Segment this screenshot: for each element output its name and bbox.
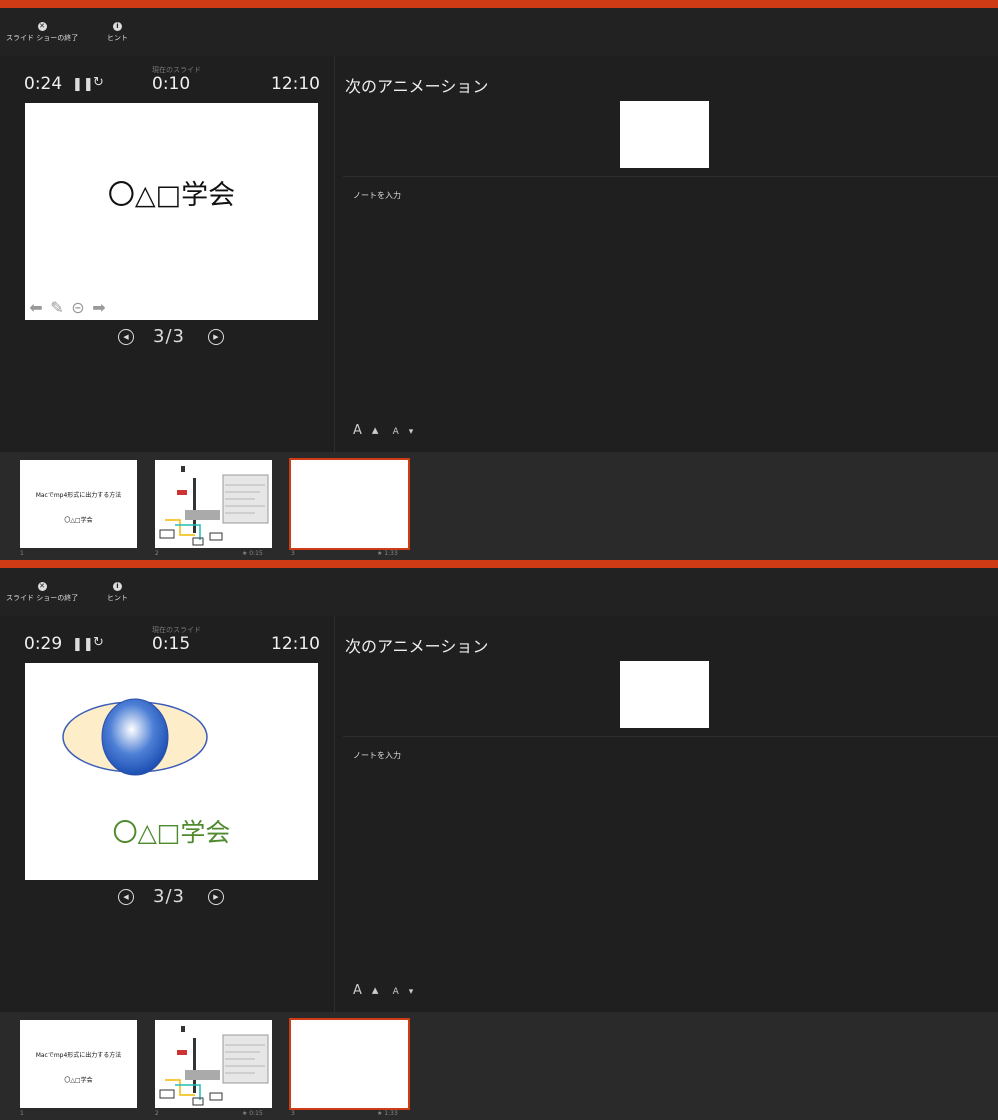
end-show-button[interactable]: ✕ スライド ショーの終了 [6, 22, 78, 43]
slide-time: 0:15 [152, 634, 191, 654]
info-icon: i [113, 22, 122, 31]
slide-title: 〇△□学会 [107, 180, 236, 211]
hint-button[interactable]: i ヒント [107, 22, 128, 43]
thumbnail-number: 3 [291, 550, 295, 557]
current-slide-pane: 0:24 ❚❚ ↻ 現在のスライド 0:10 12:10 〇△□学会 ⬅ ✎ ⊝ ➡ … [0, 56, 334, 452]
diagram-thumbnail [159, 1026, 269, 1106]
thumbnail-number: 1 [20, 550, 24, 557]
thumbnail-timing: ★ 0:15 [242, 1110, 263, 1117]
notes-input[interactable]: ノートを入力 [353, 750, 401, 761]
arrow-left-icon[interactable]: ⬅ [27, 299, 45, 317]
pause-button[interactable]: ❚❚ [72, 77, 94, 92]
pause-button[interactable]: ❚❚ [72, 637, 94, 652]
slide-counter: 3/3 [153, 326, 185, 347]
current-slide-pane: 0:29 ❚❚ ↻ 現在のスライド 0:15 12:10 〇△□学会 ◀ 3/3… [0, 616, 334, 1012]
slide-overlay-tools: ⬅ ✎ ⊝ ➡ [27, 298, 111, 318]
presenter-view-2: ✕ スライド ショーの終了 i ヒント 0:29 ❚❚ ↻ 現在のスライド 0:… [0, 560, 998, 1120]
divider [343, 176, 998, 177]
next-animation-preview [620, 661, 709, 728]
slide-thumbnails: Macでmp4形式に出力する方法 〇△□学会 1 2 ★ 0:15 3 ★ 1:… [0, 452, 998, 560]
thumbnail-slide-2[interactable] [155, 460, 272, 548]
font-size-controls: A ▴ A ▾ [353, 983, 423, 998]
thumbnail-timing: ★ 0:15 [242, 550, 263, 557]
reset-button[interactable]: ↻ [93, 635, 104, 650]
clock: 12:10 [271, 74, 320, 94]
more-icon[interactable]: ⊝ [69, 299, 87, 317]
title-bar [0, 0, 998, 8]
slide-navigation: ◀ 3/3 ▶ [118, 886, 228, 908]
slide-navigation: ◀ 3/3 ▶ [118, 326, 228, 348]
next-animation-pane: 次のアニメーション ノートを入力 A ▴ A ▾ [334, 616, 998, 1012]
thumbnail-number: 3 [291, 1110, 295, 1117]
divider [343, 736, 998, 737]
font-size-controls: A ▴ A ▾ [353, 423, 423, 438]
decrease-font-button[interactable]: A ▾ [393, 987, 414, 997]
current-slide: 〇△□学会 [25, 663, 318, 880]
thumbnail-number: 1 [20, 1110, 24, 1117]
thumbnail-subtitle: 〇△□学会 [64, 517, 93, 524]
thumbnail-number: 2 [155, 550, 159, 557]
diagram-thumbnail [159, 466, 269, 546]
thumbnail-slide-2[interactable] [155, 1020, 272, 1108]
toolbar: ✕ スライド ショーの終了 i ヒント [0, 568, 998, 616]
next-animation-pane: 次のアニメーション ノートを入力 A ▴ A ▾ [334, 56, 998, 452]
thumbnail-timing: ★ 1:33 [377, 550, 398, 557]
toolbar: ✕ スライド ショーの終了 i ヒント [0, 8, 998, 56]
end-show-button[interactable]: ✕ スライド ショーの終了 [6, 582, 78, 603]
thumbnail-number: 2 [155, 1110, 159, 1117]
info-icon: i [113, 582, 122, 591]
thumbnail-title: Macでmp4形式に出力する方法 [35, 492, 122, 499]
close-icon: ✕ [37, 582, 47, 591]
slide-time: 0:10 [152, 74, 191, 94]
next-slide-button[interactable]: ▶ [208, 889, 224, 905]
thumbnail-slide-1[interactable]: Macでmp4形式に出力する方法 〇△□学会 [20, 1020, 137, 1108]
elapsed-time: 0:24 [24, 74, 63, 94]
thumbnail-timing: ★ 1:33 [377, 1110, 398, 1117]
next-animation-title: 次のアニメーション [345, 77, 489, 96]
current-slide: 〇△□学会 ⬅ ✎ ⊝ ➡ [25, 103, 318, 320]
slide-counter: 3/3 [153, 886, 185, 907]
thumbnail-slide-3[interactable] [289, 458, 410, 550]
previous-slide-button[interactable]: ◀ [118, 329, 134, 345]
title-bar [0, 560, 998, 568]
clock: 12:10 [271, 634, 320, 654]
thumbnail-title: Macでmp4形式に出力する方法 [35, 1052, 122, 1059]
next-animation-preview [620, 101, 709, 168]
elapsed-time: 0:29 [24, 634, 63, 654]
increase-font-button[interactable]: A ▴ [353, 983, 378, 998]
decrease-font-button[interactable]: A ▾ [393, 427, 414, 437]
previous-slide-button[interactable]: ◀ [118, 889, 134, 905]
next-animation-title: 次のアニメーション [345, 637, 489, 656]
arrow-right-icon[interactable]: ➡ [90, 299, 108, 317]
slide-thumbnails: Macでmp4形式に出力する方法 〇△□学会 1 2 ★ 0:15 3 ★ 1:… [0, 1012, 998, 1120]
thumbnail-slide-3[interactable] [289, 1018, 410, 1110]
hint-button[interactable]: i ヒント [107, 582, 128, 603]
slide-title: 〇△□学会 [112, 818, 231, 847]
increase-font-button[interactable]: A ▴ [353, 423, 378, 438]
notes-input[interactable]: ノートを入力 [353, 190, 401, 201]
close-icon: ✕ [37, 22, 47, 31]
presenter-view-1: ✕ スライド ショーの終了 i ヒント 0:24 ❚❚ ↻ 現在のスライド 0:… [0, 0, 998, 560]
next-slide-button[interactable]: ▶ [208, 329, 224, 345]
thumbnail-slide-1[interactable]: Macでmp4形式に出力する方法 〇△□学会 [20, 460, 137, 548]
reset-button[interactable]: ↻ [93, 75, 104, 90]
pen-icon[interactable]: ✎ [48, 299, 66, 317]
thumbnail-subtitle: 〇△□学会 [64, 1077, 93, 1084]
